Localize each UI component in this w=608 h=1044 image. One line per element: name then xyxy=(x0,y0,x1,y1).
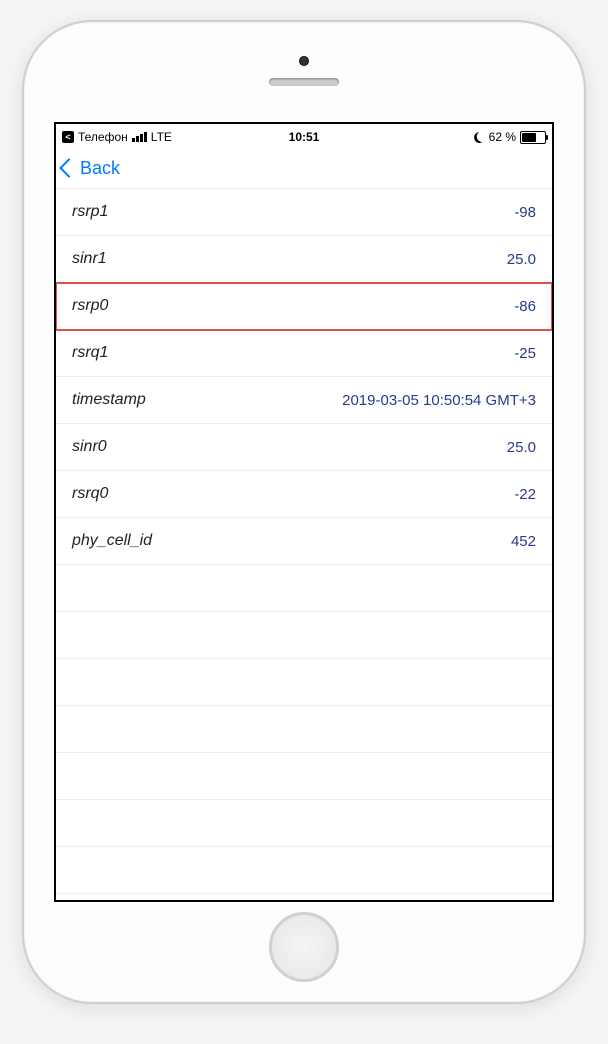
earpiece-speaker xyxy=(269,78,339,86)
row-value: 25.0 xyxy=(507,251,536,268)
table-row[interactable]: rsrq0 -22 xyxy=(56,471,552,518)
back-button[interactable]: Back xyxy=(62,158,120,179)
row-value: -25 xyxy=(514,345,536,362)
row-value: 2019-03-05 10:50:54 GMT+3 xyxy=(342,392,536,409)
row-value: 452 xyxy=(511,533,536,550)
empty-row xyxy=(56,800,552,847)
row-label: rsrp1 xyxy=(72,203,108,221)
phone-top xyxy=(24,22,584,122)
row-label: rsrp0 xyxy=(72,297,108,315)
row-label: rsrq0 xyxy=(72,485,108,503)
table-row[interactable]: sinr0 25.0 xyxy=(56,424,552,471)
table-row[interactable]: timestamp 2019-03-05 10:50:54 GMT+3 xyxy=(56,377,552,424)
chevron-left-icon xyxy=(59,158,79,178)
row-label: timestamp xyxy=(72,391,146,409)
table-row[interactable]: sinr1 25.0 xyxy=(56,236,552,283)
empty-row xyxy=(56,753,552,800)
table-row[interactable]: rsrq1 -25 xyxy=(56,330,552,377)
row-label: sinr1 xyxy=(72,250,107,268)
row-value: 25.0 xyxy=(507,439,536,456)
nav-bar: Back xyxy=(56,148,552,189)
row-value: -98 xyxy=(514,204,536,221)
empty-row xyxy=(56,894,552,900)
row-label: rsrq1 xyxy=(72,344,108,362)
battery-icon xyxy=(520,131,546,144)
metrics-list[interactable]: rsrp1 -98 sinr1 25.0 rsrp0 -86 rsrq1 -25 timesta… xyxy=(56,189,552,900)
table-row[interactable]: rsrp1 -98 xyxy=(56,189,552,236)
table-row[interactable]: phy_cell_id 452 xyxy=(56,518,552,565)
table-row[interactable]: rsrp0 -86 xyxy=(56,283,552,330)
signal-strength-icon xyxy=(132,132,147,142)
carrier-app-icon: < xyxy=(62,131,74,143)
empty-row xyxy=(56,847,552,894)
front-camera xyxy=(299,56,309,66)
status-bar-left: < Телефон LTE xyxy=(62,130,172,144)
carrier-label: Телефон xyxy=(78,130,128,144)
battery-percent: 62 % xyxy=(489,130,516,144)
empty-row xyxy=(56,565,552,612)
empty-row xyxy=(56,612,552,659)
empty-row xyxy=(56,659,552,706)
row-label: phy_cell_id xyxy=(72,532,152,550)
phone-frame: < Телефон LTE 10:51 62 % Back rsrp1 -98 si… xyxy=(22,20,586,1004)
screen: < Телефон LTE 10:51 62 % Back rsrp1 -98 si… xyxy=(54,122,554,902)
back-label: Back xyxy=(80,158,120,179)
row-value: -22 xyxy=(514,486,536,503)
row-label: sinr0 xyxy=(72,438,107,456)
status-bar-right: 62 % xyxy=(474,130,546,144)
row-value: -86 xyxy=(514,298,536,315)
empty-row xyxy=(56,706,552,753)
status-bar: < Телефон LTE 10:51 62 % xyxy=(56,124,552,148)
status-bar-time: 10:51 xyxy=(289,130,320,144)
home-button[interactable] xyxy=(269,912,339,982)
network-type: LTE xyxy=(151,130,172,144)
do-not-disturb-icon xyxy=(472,130,486,144)
